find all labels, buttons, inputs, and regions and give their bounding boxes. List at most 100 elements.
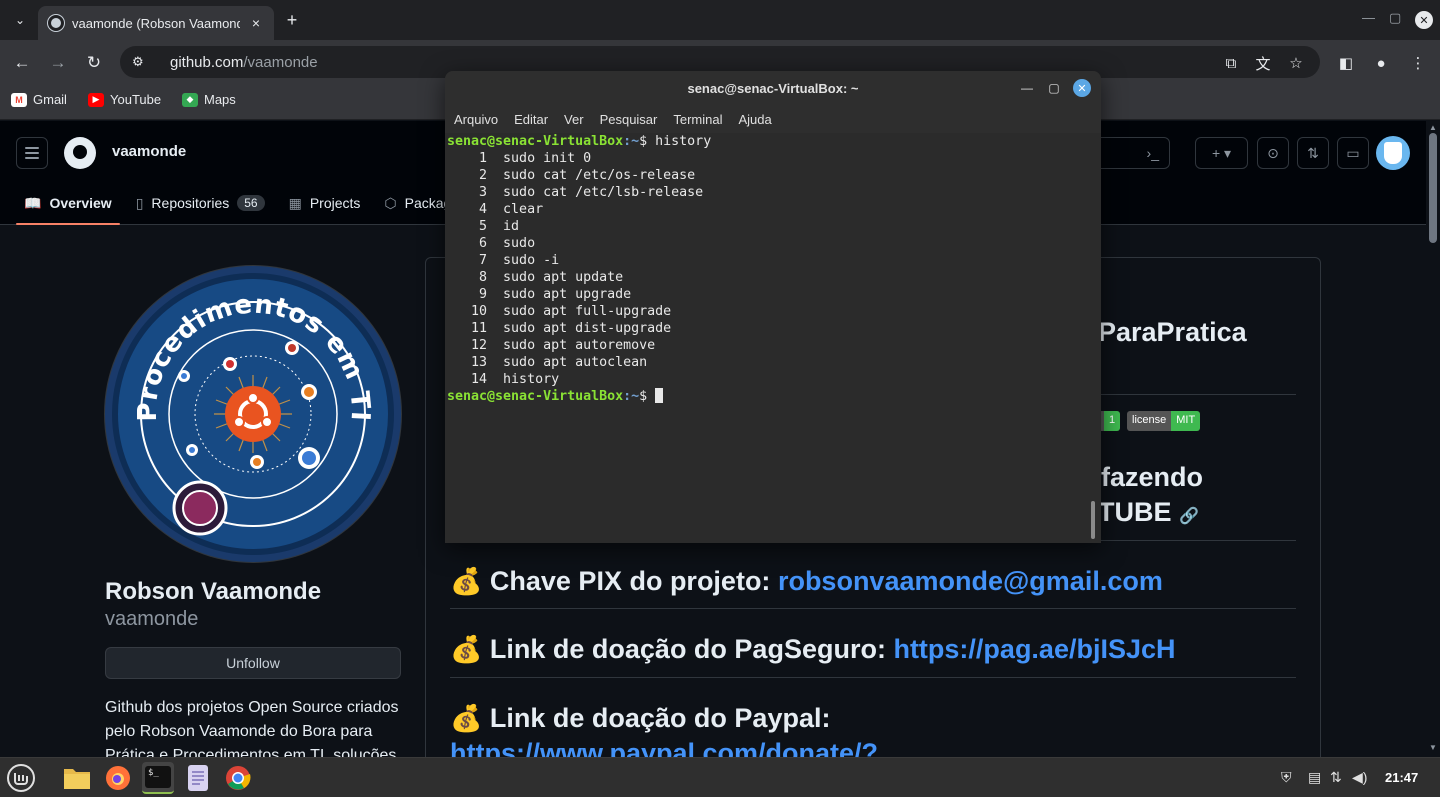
- new-tab-button[interactable]: +: [280, 8, 304, 32]
- history-command: sudo cat /etc/lsb-release: [503, 185, 704, 200]
- browser-tab[interactable]: vaamonde (Robson Vaamonde) ×: [38, 6, 274, 40]
- history-number: 2: [447, 168, 504, 183]
- files-icon[interactable]: [61, 762, 93, 794]
- page-scrollbar[interactable]: ▲ ▼: [1426, 121, 1440, 757]
- badge-right: 1: [1104, 411, 1121, 431]
- reload-icon[interactable]: ↻: [83, 52, 105, 74]
- terminal-minimize-icon[interactable]: —: [1018, 79, 1036, 97]
- clock[interactable]: 21:47: [1385, 770, 1418, 785]
- terminal-icon[interactable]: $_: [142, 762, 174, 794]
- menu-kebab-icon[interactable]: ⋮: [1407, 52, 1429, 74]
- history-number: 4: [447, 202, 504, 217]
- bookmark-star-icon[interactable]: ☆: [1285, 52, 1307, 74]
- back-icon[interactable]: ←: [11, 52, 33, 74]
- side-panel-icon[interactable]: ◧: [1335, 52, 1357, 74]
- terminal-command: history: [655, 134, 712, 149]
- issues-icon[interactable]: ⊙: [1257, 137, 1289, 169]
- translate-icon[interactable]: 文: [1252, 52, 1274, 74]
- install-app-icon[interactable]: ⧉: [1220, 52, 1242, 74]
- terminal-scrollbar[interactable]: [1091, 501, 1095, 539]
- menu-editar[interactable]: Editar: [514, 112, 548, 127]
- menu-ver[interactable]: Ver: [564, 112, 584, 127]
- procedimentos-em-ti-logo-icon: Procedimentos em TI: [105, 266, 401, 562]
- bookmark-label: Maps: [204, 92, 236, 107]
- window-minimize-icon[interactable]: —: [1362, 10, 1375, 25]
- clipboard-icon[interactable]: ▤: [1308, 769, 1321, 786]
- badge-left: license: [1127, 411, 1172, 431]
- mint-menu-icon[interactable]: [5, 762, 37, 794]
- chrome-icon[interactable]: [222, 762, 254, 794]
- window-maximize-icon[interactable]: ▢: [1389, 10, 1401, 26]
- history-line: 10 sudo apt full-upgrade: [447, 303, 1101, 320]
- history-command: sudo: [503, 236, 536, 251]
- history-command: clear: [503, 202, 544, 217]
- tab-projects[interactable]: ▦ Projects: [281, 183, 369, 223]
- scroll-down-icon[interactable]: ▼: [1429, 743, 1437, 752]
- hamburger-menu-icon[interactable]: [16, 137, 48, 169]
- bookmark-maps[interactable]: ◆ Maps: [182, 92, 236, 107]
- browser-tabstrip: ⌄ vaamonde (Robson Vaamonde) × + — ▢ ✕: [0, 0, 1440, 40]
- tab-repositories[interactable]: ▯ Repositories 56: [128, 183, 273, 223]
- history-number: 12: [447, 338, 504, 353]
- network-icon[interactable]: ⇅: [1330, 769, 1342, 786]
- bookmark-label: Gmail: [33, 92, 67, 107]
- history-command: sudo apt upgrade: [503, 287, 632, 302]
- pagseguro-link[interactable]: https://pag.ae/bjISJcH: [893, 634, 1175, 664]
- window-close-icon[interactable]: ✕: [1415, 11, 1433, 29]
- url-host: github.com: [170, 53, 244, 71]
- readme-heading-1: ParaPratica: [1098, 317, 1247, 347]
- user-avatar[interactable]: [1376, 136, 1410, 170]
- command-palette-icon[interactable]: ›_: [1100, 137, 1170, 169]
- terminal-window[interactable]: senac@senac-VirtualBox: ~ — ▢ ✕ Arquivo …: [445, 71, 1101, 543]
- heading-text: TUBE: [1098, 497, 1172, 527]
- bookmark-gmail[interactable]: M Gmail: [11, 92, 67, 107]
- forward-icon[interactable]: →: [47, 52, 69, 74]
- prompt-user: senac@senac-VirtualBox: [447, 134, 624, 149]
- heading-divider: [450, 608, 1296, 609]
- profile-tabs: 📖 Overview ▯ Repositories 56 ▦ Projects …: [16, 183, 482, 225]
- link-anchor-icon[interactable]: 🔗: [1179, 508, 1199, 525]
- history-number: 9: [447, 287, 504, 302]
- scroll-up-icon[interactable]: ▲: [1429, 123, 1437, 132]
- github-logo-icon[interactable]: [64, 137, 96, 169]
- shield-icon[interactable]: ⛨: [1281, 769, 1292, 786]
- history-line: 6 sudo: [447, 235, 1101, 252]
- pull-requests-icon[interactable]: ⇅: [1297, 137, 1329, 169]
- history-line: 1 sudo init 0: [447, 150, 1101, 167]
- terminal-title[interactable]: senac@senac-VirtualBox: ~: [445, 71, 1101, 105]
- terminal-maximize-icon[interactable]: ▢: [1045, 79, 1063, 97]
- history-line: 12 sudo apt autoremove: [447, 337, 1101, 354]
- create-new-icon[interactable]: + ▾: [1195, 137, 1248, 169]
- history-line: 4 clear: [447, 201, 1101, 218]
- tab-overview[interactable]: 📖 Overview: [16, 183, 120, 225]
- terminal-close-icon[interactable]: ✕: [1073, 79, 1091, 97]
- address-url[interactable]: github.com/vaamonde: [170, 54, 318, 71]
- bookmark-label: YouTube: [110, 92, 162, 107]
- gmail-icon: M: [11, 92, 27, 107]
- firefox-icon[interactable]: [102, 762, 134, 794]
- prompt-symbol: $: [639, 389, 656, 404]
- unfollow-button[interactable]: Unfollow: [105, 647, 401, 679]
- bookmark-youtube[interactable]: ▶ YouTube: [88, 92, 161, 107]
- site-settings-icon[interactable]: ⚙: [132, 54, 156, 70]
- readme-heading-2-line1: fazendo: [1101, 462, 1204, 492]
- tab-search-chevron-icon[interactable]: ⌄: [8, 8, 32, 32]
- volume-icon[interactable]: ◀): [1352, 769, 1367, 786]
- history-number: 5: [447, 219, 504, 234]
- text-editor-icon[interactable]: [182, 762, 214, 794]
- menu-arquivo[interactable]: Arquivo: [454, 112, 498, 127]
- profile-icon[interactable]: ●: [1370, 52, 1392, 74]
- terminal-output[interactable]: senac@senac-VirtualBox:~$ history 1 sudo…: [445, 133, 1101, 543]
- pix-link[interactable]: robsonvaamonde@gmail.com: [778, 566, 1163, 596]
- scrollbar-thumb[interactable]: [1429, 133, 1437, 243]
- menu-terminal[interactable]: Terminal: [673, 112, 722, 127]
- inbox-icon[interactable]: ▭: [1337, 137, 1369, 169]
- header-username[interactable]: vaamonde: [112, 143, 186, 160]
- tab-close-icon[interactable]: ×: [248, 15, 264, 31]
- badge-license[interactable]: license MIT: [1127, 411, 1201, 431]
- terminal-line: senac@senac-VirtualBox:~$ history: [447, 133, 1101, 150]
- book-icon: 📖: [24, 194, 42, 211]
- menu-ajuda[interactable]: Ajuda: [739, 112, 772, 127]
- pagseguro-heading: 💰 Link de doação do PagSeguro: https://p…: [450, 634, 1176, 665]
- menu-pesquisar[interactable]: Pesquisar: [600, 112, 658, 127]
